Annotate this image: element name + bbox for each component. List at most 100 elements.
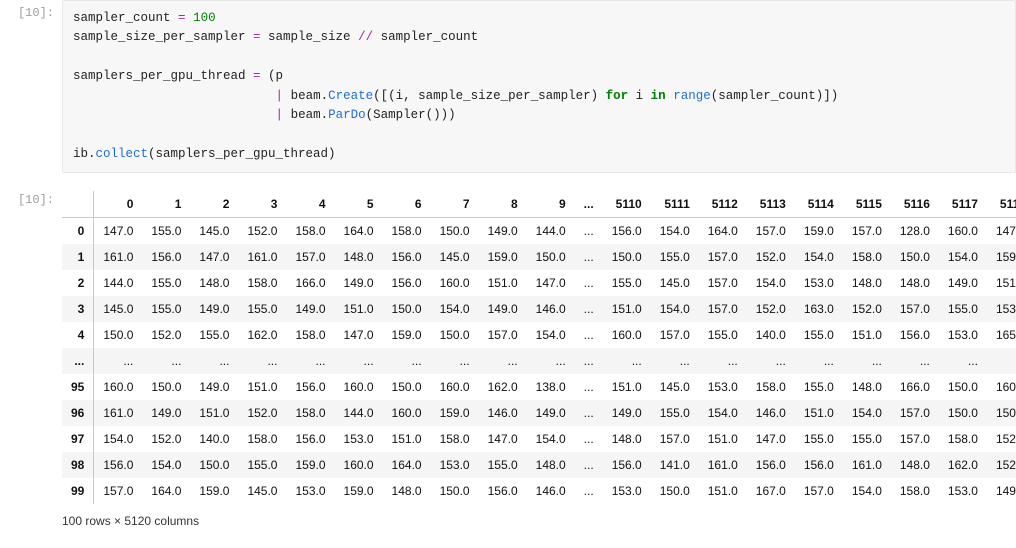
dataframe-cell: 157.0: [286, 244, 334, 270]
dataframe-cell: 147.0: [190, 244, 238, 270]
dataframe-row-index: 99: [62, 478, 94, 504]
dataframe-cell: 153.0: [987, 296, 1016, 322]
dataframe-cell: 150.0: [987, 400, 1016, 426]
dataframe-cell: 149.0: [286, 296, 334, 322]
dataframe-cell: 152.0: [238, 400, 286, 426]
dataframe-cell: 157.0: [843, 218, 891, 245]
dataframe-cell: 144.0: [527, 218, 575, 245]
dataframe-cell: 161.0: [94, 400, 143, 426]
code-token: (p: [261, 69, 284, 83]
dataframe-cell: 149.0: [479, 218, 527, 245]
dataframe-cell-ellipsis: ...: [479, 348, 527, 374]
dataframe-cell: 157.0: [651, 426, 699, 452]
dataframe-row-index: 4: [62, 322, 94, 348]
dataframe-cell: 149.0: [603, 400, 651, 426]
dataframe-cell: 156.0: [383, 270, 431, 296]
dataframe-cell: 162.0: [238, 322, 286, 348]
dataframe-cell: 148.0: [843, 270, 891, 296]
dataframe-row-index: 3: [62, 296, 94, 322]
dataframe-cell: 157.0: [891, 426, 939, 452]
dataframe-cell: 154.0: [699, 400, 747, 426]
dataframe-cell: 150.0: [651, 478, 699, 504]
dataframe-cell-ellipsis: ...: [575, 218, 603, 245]
dataframe-cell: 148.0: [891, 452, 939, 478]
code-input-prompt: [10]:: [0, 0, 62, 20]
dataframe-cell: 159.0: [987, 244, 1016, 270]
dataframe-col-header: 5110: [603, 191, 651, 218]
dataframe-col-header: 3: [238, 191, 286, 218]
dataframe-cell: 150.0: [527, 244, 575, 270]
code-editor[interactable]: sampler_count = 100 sample_size_per_samp…: [62, 0, 1016, 173]
output-prompt: [10]:: [0, 187, 62, 207]
dataframe-col-header: 2: [190, 191, 238, 218]
dataframe-cell: 154.0: [527, 426, 575, 452]
dataframe-cell: 158.0: [431, 426, 479, 452]
dataframe-cell: 148.0: [383, 478, 431, 504]
dataframe-row-index: 95: [62, 374, 94, 400]
dataframe-cell: 152.0: [843, 296, 891, 322]
code-token: sample_size: [261, 30, 359, 44]
dataframe-cell: 146.0: [527, 296, 575, 322]
dataframe-cell: 151.0: [190, 400, 238, 426]
dataframe-cell-ellipsis: ...: [575, 400, 603, 426]
dataframe-cell: 164.0: [699, 218, 747, 245]
dataframe-cell: 151.0: [238, 374, 286, 400]
dataframe-cell: 158.0: [238, 426, 286, 452]
dataframe-cell: 151.0: [699, 426, 747, 452]
dataframe-cell: 149.0: [335, 270, 383, 296]
dataframe-cell: 157.0: [651, 322, 699, 348]
code-token: i: [628, 89, 651, 103]
dataframe-cell: 154.0: [795, 244, 843, 270]
dataframe-cell: 152.0: [987, 426, 1016, 452]
dataframe-cell: 138.0: [527, 374, 575, 400]
dataframe-cell: 152.0: [142, 322, 190, 348]
dataframe-cell: 155.0: [142, 296, 190, 322]
dataframe-cell: 146.0: [747, 400, 795, 426]
dataframe-cell-ellipsis: ...: [142, 348, 190, 374]
dataframe-cell-ellipsis: ...: [238, 348, 286, 374]
dataframe-cell: 150.0: [383, 374, 431, 400]
dataframe-cell: 158.0: [286, 400, 334, 426]
code-token: sampler_count: [373, 30, 478, 44]
dataframe-cell: 158.0: [286, 218, 334, 245]
dataframe-cell: 153.0: [286, 478, 334, 504]
dataframe-cell-ellipsis: ...: [651, 348, 699, 374]
dataframe-cell-ellipsis: ...: [190, 348, 238, 374]
dataframe-cell: 158.0: [891, 478, 939, 504]
dataframe-cell: 152.0: [747, 296, 795, 322]
table-row: 1161.0156.0147.0161.0157.0148.0156.0145.…: [62, 244, 1016, 270]
dataframe-cell-ellipsis: ...: [575, 244, 603, 270]
code-token: collect: [96, 147, 149, 161]
dataframe-cell-ellipsis: ...: [747, 348, 795, 374]
dataframe-cell: 145.0: [651, 270, 699, 296]
dataframe-cell: 157.0: [891, 296, 939, 322]
code-token: |: [276, 89, 284, 103]
dataframe-cell: 156.0: [603, 452, 651, 478]
dataframe-cell: 157.0: [479, 322, 527, 348]
dataframe-cell: 157.0: [795, 478, 843, 504]
code-token: (samplers_per_gpu_thread): [148, 147, 336, 161]
dataframe-row-index: ...: [62, 348, 94, 374]
dataframe-cell: 148.0: [527, 452, 575, 478]
dataframe-cell: 156.0: [286, 426, 334, 452]
dataframe-cell: 153.0: [795, 270, 843, 296]
dataframe-cell: 145.0: [651, 374, 699, 400]
dataframe-cell: 161.0: [94, 244, 143, 270]
dataframe-cell: 144.0: [335, 400, 383, 426]
dataframe-col-header: 7: [431, 191, 479, 218]
dataframe-cell: 158.0: [286, 322, 334, 348]
dataframe-col-header: 5115: [843, 191, 891, 218]
dataframe-cell: 150.0: [190, 452, 238, 478]
dataframe-cell: 152.0: [747, 244, 795, 270]
dataframe-cell: 147.0: [94, 218, 143, 245]
dataframe-cell: 166.0: [286, 270, 334, 296]
dataframe-cell: 153.0: [603, 478, 651, 504]
code-cell-body[interactable]: sampler_count = 100 sample_size_per_samp…: [62, 0, 1016, 173]
dataframe-cell: 158.0: [747, 374, 795, 400]
dataframe-cell-ellipsis: ...: [939, 348, 987, 374]
dataframe-cell: 160.0: [94, 374, 143, 400]
dataframe-col-header: 9: [527, 191, 575, 218]
dataframe-cell: 158.0: [939, 426, 987, 452]
code-token: =: [178, 11, 186, 25]
code-token: [186, 11, 194, 25]
